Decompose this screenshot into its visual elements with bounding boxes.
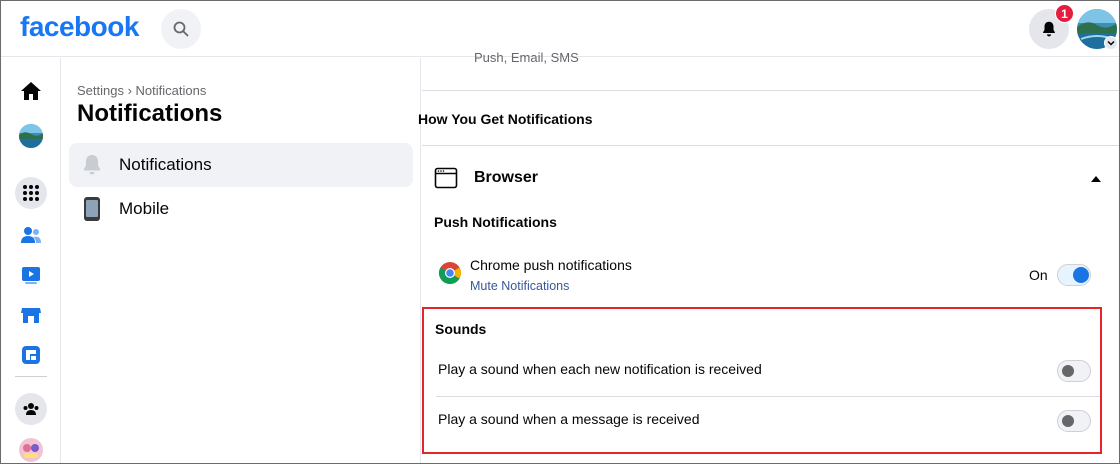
breadcrumb[interactable]: Settings › Notifications xyxy=(77,83,206,98)
profile-avatar-icon xyxy=(19,124,43,148)
notification-settings-panel: Push, Email, SMS How You Get Notificatio… xyxy=(418,50,1119,463)
push-notifications-title: Push Notifications xyxy=(434,214,557,230)
sound-row-notification[interactable]: Play a sound when each new notification … xyxy=(424,346,1100,396)
message-sound-toggle[interactable] xyxy=(1057,410,1091,432)
sound-row-label: Play a sound when each new notification … xyxy=(438,361,762,377)
friends-shortcut[interactable] xyxy=(17,221,45,249)
sounds-section: Sounds Play a sound when each new notifi… xyxy=(422,307,1102,454)
sidebar-item-notifications[interactable]: Notifications xyxy=(69,143,413,187)
collapse-caret-icon[interactable] xyxy=(1091,176,1101,182)
bell-icon xyxy=(84,155,100,175)
profile-shortcut[interactable] xyxy=(17,122,45,150)
mute-notifications-link[interactable]: Mute Notifications xyxy=(470,279,569,293)
friends-icon xyxy=(21,227,41,243)
account-menu-button[interactable] xyxy=(1104,36,1118,50)
section-title: How You Get Notifications xyxy=(418,111,593,127)
chevron-down-icon xyxy=(1107,40,1115,46)
chrome-push-toggle[interactable] xyxy=(1057,264,1091,286)
gaming-icon xyxy=(22,346,40,364)
video-icon xyxy=(22,267,40,284)
notification-sound-toggle[interactable] xyxy=(1057,360,1091,382)
watch-shortcut[interactable] xyxy=(17,261,45,289)
push-state-label: On xyxy=(1029,267,1048,283)
sound-row-label: Play a sound when a message is received xyxy=(438,411,700,427)
toggle-knob xyxy=(1062,365,1074,377)
rail-divider xyxy=(15,376,47,377)
bell-icon xyxy=(1043,21,1055,37)
group-shortcut[interactable] xyxy=(17,436,45,463)
settings-sidebar: Settings › Notifications Notifications N… xyxy=(62,58,421,463)
chrome-push-label: Chrome push notifications xyxy=(470,257,632,273)
top-navigation-bar: facebook 1 xyxy=(1,1,1119,57)
facebook-settings-window: facebook 1 Settings › Notifications Noti… xyxy=(0,0,1120,464)
toggle-knob xyxy=(1062,415,1074,427)
sidebar-item-label: Notifications xyxy=(119,155,212,174)
previous-item-subtitle: Push, Email, SMS xyxy=(474,50,579,65)
home-shortcut[interactable] xyxy=(17,77,45,105)
sidebar-item-mobile[interactable]: Mobile xyxy=(69,187,413,231)
sound-row-message[interactable]: Play a sound when a message is received xyxy=(424,396,1100,446)
divider xyxy=(422,145,1119,146)
group-avatar-icon xyxy=(19,438,43,462)
left-shortcut-rail xyxy=(1,58,61,463)
chrome-icon xyxy=(439,262,461,284)
marketplace-shortcut[interactable] xyxy=(17,301,45,329)
browser-label: Browser xyxy=(474,169,539,186)
groups-shortcut[interactable] xyxy=(15,393,47,425)
groups-icon xyxy=(23,403,39,415)
home-icon xyxy=(21,82,41,100)
mobile-phone-icon xyxy=(84,197,100,221)
browser-section-header[interactable]: Browser xyxy=(434,166,538,190)
sounds-title: Sounds xyxy=(435,321,487,337)
facebook-logo[interactable]: facebook xyxy=(20,11,139,43)
gaming-shortcut[interactable] xyxy=(17,341,45,369)
browser-window-icon xyxy=(434,167,458,189)
sidebar-item-label: Mobile xyxy=(119,199,170,218)
grid-menu-icon xyxy=(23,185,39,201)
search-icon xyxy=(173,21,189,37)
marketplace-icon xyxy=(21,308,41,323)
search-button[interactable] xyxy=(161,9,201,49)
notification-count-badge: 1 xyxy=(1055,4,1074,23)
page-title: Notifications xyxy=(77,100,223,127)
divider xyxy=(422,90,1119,91)
toggle-knob xyxy=(1073,267,1089,283)
menu-shortcut[interactable] xyxy=(15,177,47,209)
